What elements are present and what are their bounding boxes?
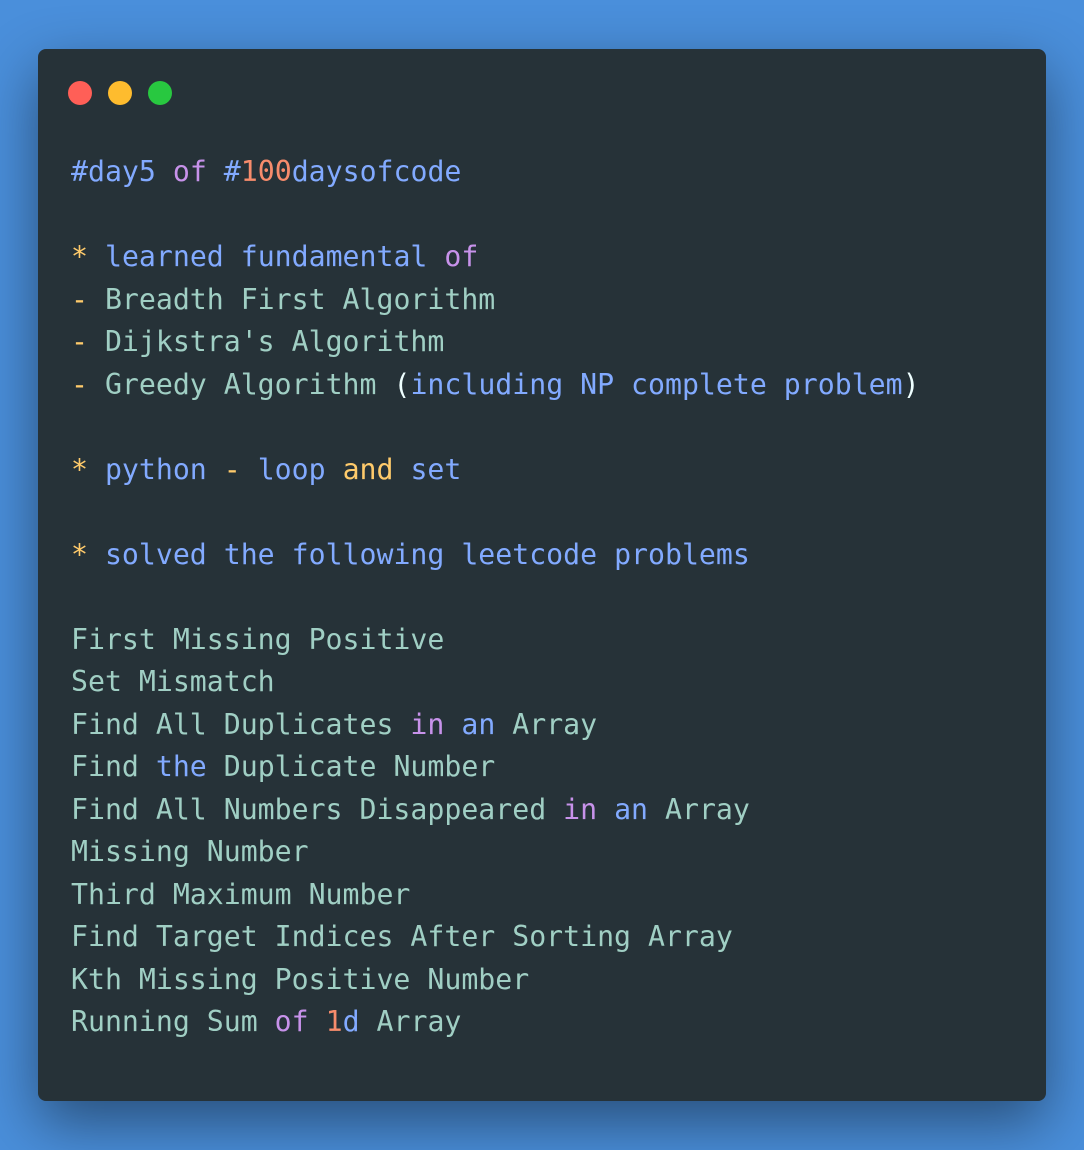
code-token: including NP complete problem — [410, 367, 903, 401]
code-token: - — [71, 367, 88, 401]
code-token: Find All Numbers Disappeared — [71, 792, 564, 826]
code-token: daysofcode — [291, 155, 462, 188]
code-window: #day5 of #100daysofcode * learned fundam… — [38, 49, 1046, 1101]
code-line: * learned fundamental of — [71, 236, 1031, 279]
code-token: Array — [495, 707, 598, 741]
code-token: Array — [648, 792, 750, 826]
code-token: Set Mismatch — [71, 665, 275, 698]
code-line: Running Sum of 1d Array — [71, 1001, 1031, 1044]
code-token: Missing Number — [71, 835, 309, 868]
code-token: set — [393, 452, 462, 486]
code-token: an — [614, 792, 649, 826]
code-token: and — [342, 452, 394, 486]
code-token: an — [461, 707, 496, 741]
code-token: Third Maximum Number — [71, 877, 411, 911]
code-line: #day5 of #100daysofcode — [71, 151, 1031, 194]
code-line: Missing Number — [71, 831, 1031, 874]
code-line: * solved the following leetcode problems — [71, 534, 1031, 577]
code-line: - Breadth First Algorithm — [71, 279, 1031, 322]
code-token: ) — [902, 367, 920, 401]
code-line: - Dijkstra's Algorithm — [71, 321, 1031, 364]
code-token: in — [563, 792, 598, 826]
code-token: python — [87, 452, 224, 486]
code-token: 1 — [325, 1005, 343, 1038]
code-line: - Greedy Algorithm (including NP complet… — [71, 364, 1031, 407]
code-token: of — [274, 1005, 309, 1038]
code-token: Greedy Algorithm — [87, 367, 394, 401]
code-token: Duplicate Number — [206, 750, 496, 783]
code-token: - — [71, 325, 88, 358]
code-token: solved the following leetcode problems — [87, 537, 750, 571]
code-token: Array — [359, 1005, 462, 1038]
code-line: Set Mismatch — [71, 661, 1031, 704]
code-token: - — [71, 282, 88, 316]
code-token: in — [410, 707, 445, 741]
code-token: * — [71, 452, 88, 486]
code-line: Third Maximum Number — [71, 874, 1031, 917]
code-token: Kth Missing Positive Number — [71, 962, 530, 996]
code-block: #day5 of #100daysofcode * learned fundam… — [71, 151, 1031, 1044]
code-token: 100 — [240, 155, 292, 188]
code-token: First Missing Positive — [71, 622, 445, 656]
close-dot-icon[interactable] — [68, 81, 92, 105]
minimize-dot-icon[interactable] — [108, 81, 132, 105]
code-token: # — [223, 155, 241, 188]
code-line: Find All Duplicates in an Array — [71, 704, 1031, 747]
code-token: learned fundamental — [104, 240, 428, 273]
code-line: First Missing Positive — [71, 619, 1031, 662]
code-line: * python - loop and set — [71, 449, 1031, 492]
code-token: Dijkstra's Algorithm — [87, 325, 445, 358]
code-token: the — [155, 750, 207, 783]
code-line: Find Target Indices After Sorting Array — [71, 916, 1031, 959]
code-token: of — [444, 240, 479, 273]
code-token: - — [223, 452, 241, 486]
code-line: Find the Duplicate Number — [71, 746, 1031, 789]
code-token: ( — [393, 367, 411, 401]
zoom-dot-icon[interactable] — [148, 81, 172, 105]
code-token: Find All Duplicates — [71, 707, 411, 741]
code-token: loop — [240, 452, 343, 486]
code-token: Running Sum — [71, 1005, 275, 1038]
code-token: Breadth First Algorithm — [87, 282, 496, 316]
code-token: * — [71, 240, 88, 273]
code-token: #day5 — [71, 155, 156, 188]
code-token: Find — [71, 750, 156, 783]
code-token: d — [342, 1005, 360, 1038]
code-token: * — [71, 537, 88, 571]
code-token: of — [172, 155, 207, 188]
code-token: Find Target Indices After Sorting Array — [71, 920, 733, 953]
code-line: Find All Numbers Disappeared in an Array — [71, 789, 1031, 832]
code-line: Kth Missing Positive Number — [71, 959, 1031, 1002]
